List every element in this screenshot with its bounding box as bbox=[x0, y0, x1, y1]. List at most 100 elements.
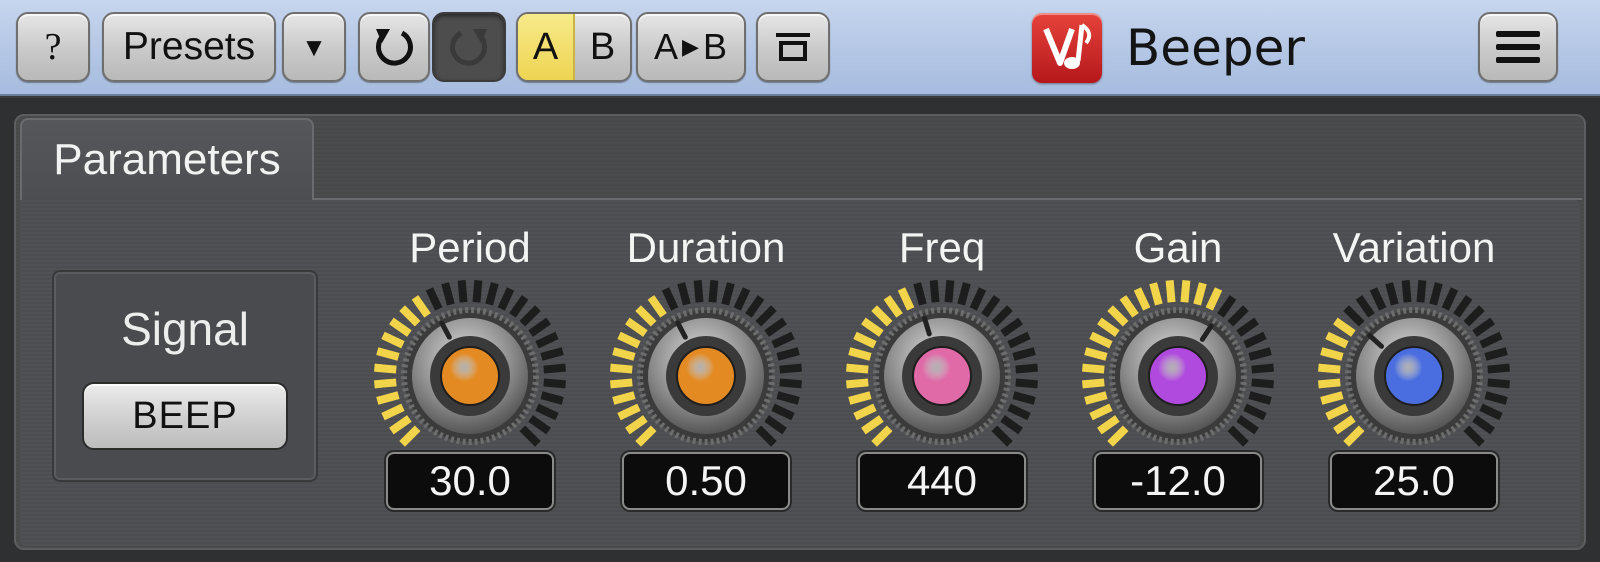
knob-ring-segment bbox=[1107, 305, 1129, 327]
knob-ring-segment bbox=[625, 415, 648, 435]
knob-ring-segment bbox=[376, 391, 400, 405]
knob-ring-segment bbox=[612, 391, 636, 405]
knob-ring-segment bbox=[617, 403, 641, 421]
knob-ring-segment bbox=[635, 425, 657, 447]
knob-ring-segment bbox=[883, 295, 903, 318]
knob-cap bbox=[1384, 346, 1444, 406]
presets-dropdown-button[interactable]: ▼ bbox=[282, 12, 346, 82]
knob-ring-segment bbox=[1355, 295, 1375, 318]
knob-ring-segment bbox=[1385, 282, 1399, 306]
knob-ring-segment bbox=[399, 305, 421, 327]
knob-ring-segment bbox=[677, 282, 691, 306]
knob-ring-segment bbox=[779, 378, 802, 389]
knob-ring-segment bbox=[1479, 403, 1503, 421]
knob-cap bbox=[1148, 346, 1208, 406]
menu-button[interactable] bbox=[1478, 12, 1558, 82]
knob-ring-segment bbox=[776, 391, 800, 405]
knob-value-period[interactable]: 30.0 bbox=[386, 452, 554, 510]
knob-ring-segment bbox=[745, 295, 765, 318]
knob-ring-segment bbox=[1000, 317, 1023, 337]
knob-ring-segment bbox=[1441, 287, 1459, 311]
ab-toggle[interactable]: A B bbox=[516, 12, 632, 82]
knob-label-duration: Duration bbox=[626, 224, 786, 271]
knob-ring-segment bbox=[1119, 295, 1139, 318]
undo-button[interactable] bbox=[358, 12, 430, 82]
knob-value-variation[interactable]: 25.0 bbox=[1330, 452, 1498, 510]
knob-ring-segment bbox=[1133, 287, 1151, 311]
knob-cap bbox=[912, 346, 972, 406]
tab-parameters[interactable]: Parameters bbox=[20, 118, 314, 200]
knob-freq[interactable]: Freq 440 bbox=[832, 200, 1052, 546]
knob-variation[interactable]: Variation 25.0 bbox=[1304, 200, 1524, 546]
knob-label-freq: Freq bbox=[898, 224, 986, 271]
preset-a-button[interactable]: A bbox=[518, 14, 575, 80]
knob-dial-gain[interactable] bbox=[1078, 276, 1278, 476]
knob-ring-segment bbox=[472, 280, 483, 303]
knob-ring-segment bbox=[374, 363, 397, 374]
arrow-right-icon: ▶ bbox=[682, 34, 700, 59]
knob-ring-segment bbox=[1015, 378, 1038, 389]
knob-ring-segment bbox=[1089, 403, 1113, 421]
presets-button[interactable]: Presets bbox=[102, 12, 276, 82]
knob-ring-segment bbox=[1012, 391, 1036, 405]
knob-ring-segment bbox=[991, 305, 1013, 327]
knob-dial-variation[interactable] bbox=[1314, 276, 1514, 476]
knob-ring-segment bbox=[1251, 363, 1274, 374]
beep-button[interactable]: BEEP bbox=[82, 382, 288, 450]
knob-ring-segment bbox=[1487, 363, 1510, 374]
knob-ring-segment bbox=[733, 287, 751, 311]
knob-ring-segment bbox=[1007, 331, 1031, 349]
knob-ring-segment bbox=[1084, 391, 1108, 405]
knob-ring-segment bbox=[1401, 280, 1412, 303]
knob-ring-segment bbox=[376, 347, 400, 361]
redo-button[interactable] bbox=[432, 12, 506, 82]
knob-ring-segment bbox=[1487, 378, 1510, 389]
help-button[interactable]: ? bbox=[16, 12, 90, 82]
parameters-content: Signal BEEP Period 30.0 Duration 0.50 Freq 44… bbox=[20, 200, 1580, 546]
knob-ring-segment bbox=[1082, 363, 1105, 374]
knob-ring-segment bbox=[1012, 347, 1036, 361]
knob-ring-segment bbox=[543, 363, 566, 374]
knob-period[interactable]: Period 30.0 bbox=[360, 200, 580, 546]
knob-ring-segment bbox=[1251, 378, 1274, 389]
knob-value-duration[interactable]: 0.50 bbox=[622, 452, 790, 510]
knob-ring-segment bbox=[610, 378, 633, 389]
knob-ring-segment bbox=[374, 378, 397, 389]
bracket-icon bbox=[776, 33, 810, 61]
knob-ring-segment bbox=[1236, 317, 1259, 337]
knob-ring-segment bbox=[929, 280, 940, 303]
knob-ring-segment bbox=[1453, 295, 1473, 318]
knob-dial-duration[interactable] bbox=[606, 276, 806, 476]
knob-ring-segment bbox=[771, 331, 795, 349]
knob-gain[interactable]: Gain -12.0 bbox=[1068, 200, 1288, 546]
knob-value-freq[interactable]: 440 bbox=[858, 452, 1026, 510]
knob-value-gain[interactable]: -12.0 bbox=[1094, 452, 1262, 510]
preset-b-button[interactable]: B bbox=[575, 14, 630, 80]
knob-ring-segment bbox=[540, 391, 564, 405]
knob-ring-segment bbox=[897, 287, 915, 311]
knob-ring-segment bbox=[425, 287, 443, 311]
knob-duration[interactable]: Duration 0.50 bbox=[596, 200, 816, 546]
knob-ring-segment bbox=[1472, 415, 1495, 435]
signal-group: Signal BEEP bbox=[52, 270, 318, 482]
knob-ring-segment bbox=[1193, 282, 1207, 306]
knob-ring-segment bbox=[1097, 415, 1120, 435]
knob-ring-segment bbox=[1318, 378, 1341, 389]
compare-button[interactable] bbox=[756, 12, 830, 82]
knob-ring-segment bbox=[871, 305, 893, 327]
knob-ring-segment bbox=[1429, 282, 1443, 306]
knob-ring-segment bbox=[1325, 403, 1349, 421]
knob-ring-segment bbox=[1149, 282, 1163, 306]
knob-ring-segment bbox=[389, 317, 412, 337]
copy-source-label: A bbox=[654, 26, 680, 67]
knob-ring-segment bbox=[1333, 415, 1356, 435]
knob-ring-segment bbox=[535, 403, 559, 421]
knob-dial-freq[interactable] bbox=[842, 276, 1042, 476]
copy-a-to-b-button[interactable]: A ▶ B bbox=[636, 12, 746, 82]
knob-ring-segment bbox=[661, 287, 679, 311]
knob-ring-segment bbox=[853, 403, 877, 421]
knob-ring-segment bbox=[755, 305, 777, 327]
knob-ring-segment bbox=[1243, 403, 1267, 421]
knob-dial-period[interactable] bbox=[370, 276, 570, 476]
hamburger-icon bbox=[1496, 31, 1540, 63]
